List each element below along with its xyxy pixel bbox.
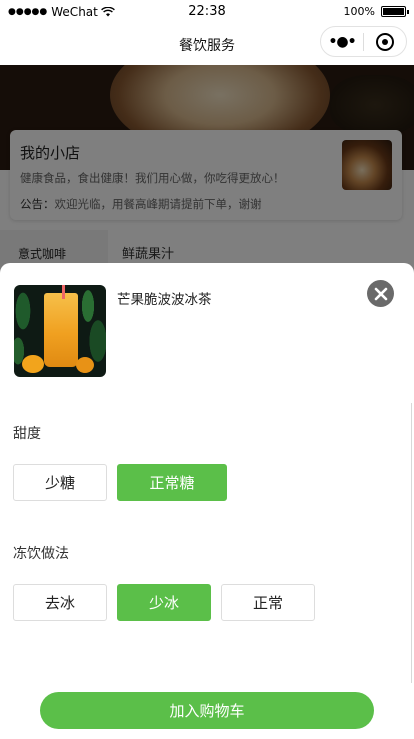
mini-program-close-icon[interactable] [364, 32, 406, 51]
product-image-cup [44, 293, 78, 367]
product-image-mango [22, 355, 44, 373]
product-options-sheet: 芒果脆波波冰茶 甜度 少糖 正常糖 冻饮做法 去冰 少冰 正常 [0, 263, 414, 683]
product-name: 芒果脆波波冰茶 [117, 292, 212, 308]
close-ring [376, 32, 394, 51]
option-normal-ice[interactable]: 正常 [221, 584, 315, 621]
sweetness-title: 甜度 [13, 426, 41, 442]
status-bar: ●●●●● WeChat 22:38 100% [0, 0, 414, 24]
close-button[interactable] [367, 280, 394, 307]
ice-title: 冻饮做法 [13, 546, 69, 562]
close-icon [374, 287, 387, 300]
bottom-action-bar: 加入购物车 [0, 683, 414, 739]
product-image-mango [76, 357, 94, 373]
add-to-cart-button[interactable]: 加入购物车 [40, 692, 374, 729]
battery-percent: 100% [343, 5, 375, 18]
battery-icon [381, 6, 409, 17]
scroll-indicator [411, 403, 412, 683]
option-no-ice[interactable]: 去冰 [13, 584, 107, 621]
option-less-ice[interactable]: 少冰 [117, 584, 211, 621]
status-right: 100% [343, 5, 409, 18]
option-normal-sugar[interactable]: 正常糖 [117, 464, 227, 501]
mini-program-capsule: •●• [320, 26, 407, 57]
close-dot [382, 38, 388, 45]
battery-tip [407, 10, 409, 14]
product-image-straw [62, 285, 65, 299]
navigation-bar: 餐饮服务 •●• [0, 24, 414, 65]
battery-fill [383, 8, 404, 15]
more-icon[interactable]: •●• [321, 34, 363, 50]
product-image [14, 285, 106, 377]
option-less-sugar[interactable]: 少糖 [13, 464, 107, 501]
